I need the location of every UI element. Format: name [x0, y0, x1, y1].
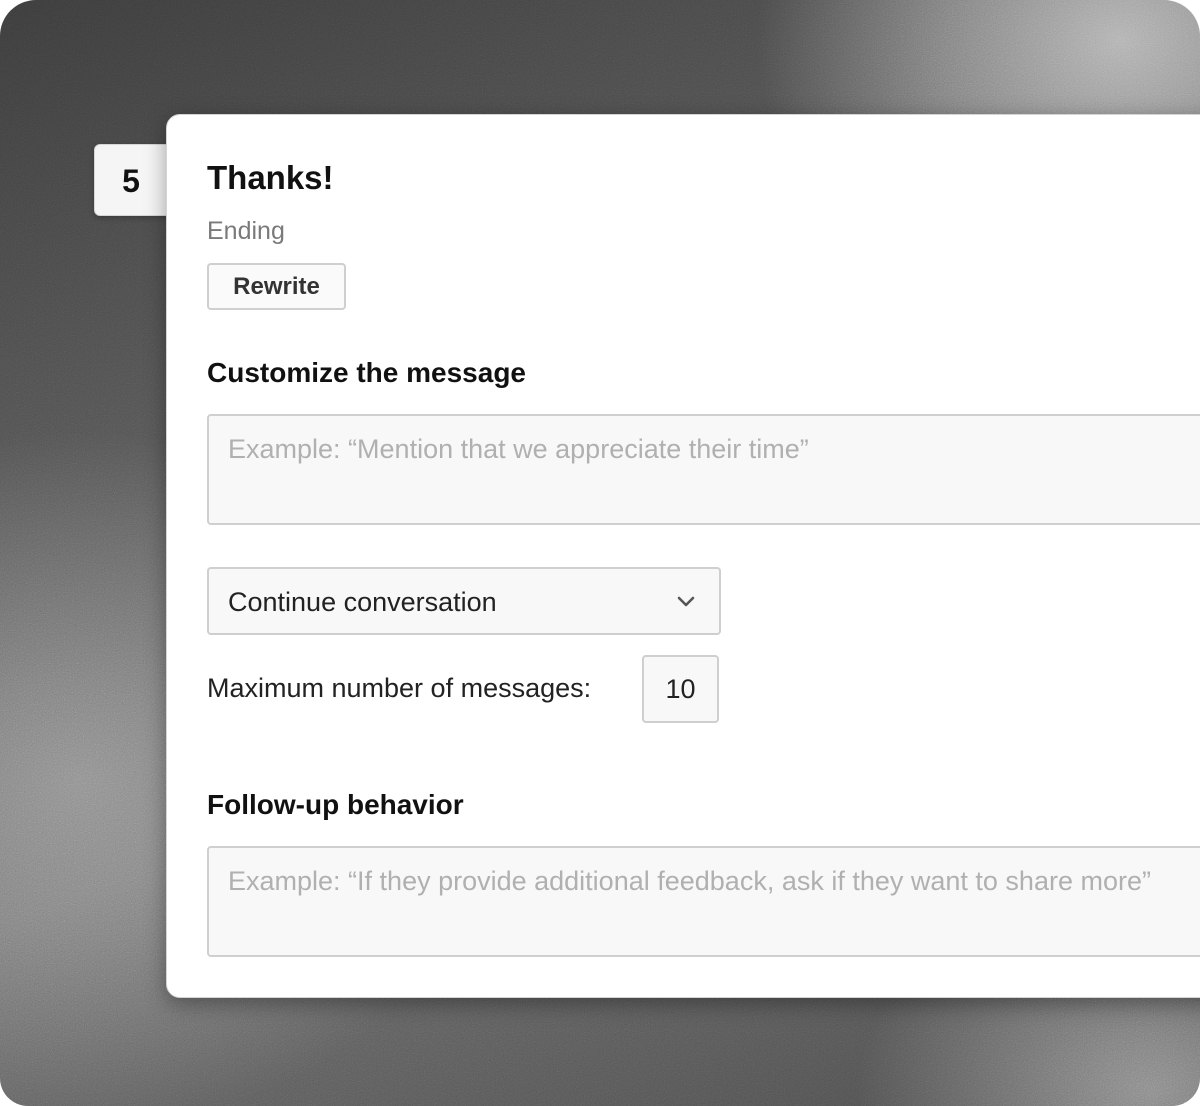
step-title: Thanks! [207, 159, 334, 196]
max-messages-label: Maximum number of messages: [207, 673, 592, 703]
step-type-label: Ending [207, 217, 285, 245]
rewrite-button[interactable]: Rewrite [207, 263, 346, 310]
customize-message-label: Customize the message [207, 357, 526, 388]
step-number: 5 [122, 163, 140, 199]
follow-up-behavior-label: Follow-up behavior [207, 789, 464, 820]
chevron-down-icon [677, 596, 695, 607]
ending-mode-selected-value: Continue conversation [228, 587, 497, 617]
customize-message-input[interactable] [207, 414, 1200, 525]
ending-step-card: Thanks! Ending Rewrite Customize the mes… [166, 114, 1200, 998]
ending-mode-select[interactable]: Continue conversation [207, 567, 721, 635]
follow-up-behavior-input[interactable] [207, 846, 1200, 957]
max-messages-input[interactable] [642, 655, 719, 723]
